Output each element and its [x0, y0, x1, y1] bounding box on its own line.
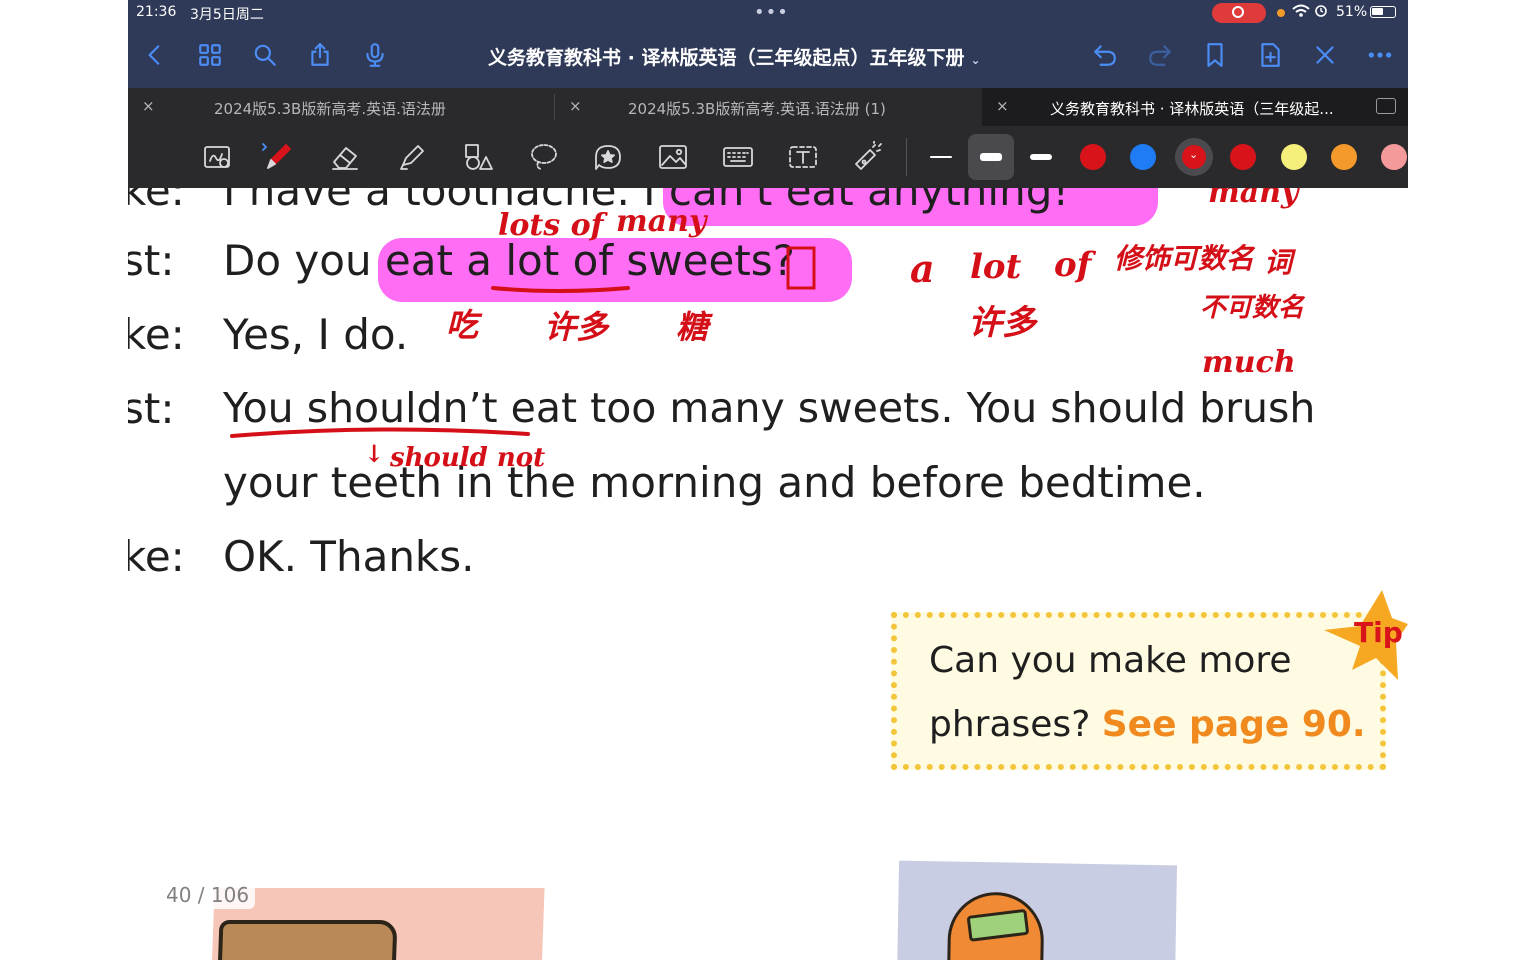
multitasking-dots-icon[interactable]: •••: [754, 2, 789, 23]
document-title[interactable]: 义务教育教科书 · 译林版英语（三年级起点）五年级下册 ⌄: [488, 43, 1048, 70]
handwriting-many-right: many: [1208, 188, 1301, 210]
book-drawing: [216, 920, 398, 960]
thin-stroke-option[interactable]: [930, 156, 952, 158]
handwriting-modify-countable: 修饰可数名: [1114, 242, 1256, 275]
textbook-page[interactable]: ke: I have a toothache. I can't eat anyt…: [128, 188, 1408, 960]
split-view-icon[interactable]: [1376, 98, 1396, 114]
tab-label: 义务教育教科书 · 译林版英语（三年级起...: [1050, 100, 1334, 118]
chevron-down-icon: ⌄: [1189, 148, 1199, 161]
handwriting-xuduo: 许多: [968, 303, 1039, 343]
color-swatch-pink[interactable]: [1381, 144, 1407, 170]
color-swatch-blue[interactable]: [1130, 144, 1156, 170]
tab-textbook-active[interactable]: × 义务教育教科书 · 译林版英语（三年级起...: [982, 88, 1408, 126]
underline-shouldnt: [230, 427, 530, 438]
tab-label: 2024版5.3B版新高考.英语.语法册 (1): [628, 100, 886, 118]
mic-in-use-indicator: [1277, 9, 1285, 17]
thick-stroke-option[interactable]: [1030, 154, 1052, 160]
redo-icon[interactable]: [1145, 40, 1175, 70]
color-swatch-red[interactable]: [1080, 144, 1106, 170]
page-indicator[interactable]: 40 / 106: [160, 881, 256, 909]
goodnotes-app: 21:36 3月5日周二 ••• 51% 义务教育教科书 · 译林版英语（三年级…: [128, 0, 1408, 960]
see-page-link[interactable]: See page 90.: [1102, 704, 1366, 745]
handwriting-noun: 词: [1264, 246, 1296, 279]
tab-grammar-book-copy[interactable]: × 2024版5.3B版新高考.英语.语法册 (1): [555, 88, 981, 126]
bookmark-icon[interactable]: [1200, 40, 1230, 70]
handwriting-lot: lot: [970, 247, 1022, 287]
search-icon[interactable]: [250, 40, 280, 70]
color-swatch-dark-red[interactable]: [1230, 144, 1256, 170]
back-icon[interactable]: [140, 40, 170, 70]
color-swatch-yellow[interactable]: [1281, 144, 1307, 170]
document-title-text: 义务教育教科书 · 译林版英语（三年级起点）五年级下册: [488, 47, 965, 69]
handwriting-layer: lots of many many a lot of 修饰可数名 词 许多 不可…: [230, 188, 1306, 473]
share-icon[interactable]: [305, 40, 335, 70]
medium-stroke-bar: [980, 153, 1002, 161]
more-icon[interactable]: [1365, 40, 1395, 70]
navigation-header: 21:36 3月5日周二 ••• 51% 义务教育教科书 · 译林版英语（三年级…: [128, 0, 1408, 88]
tab-grammar-book[interactable]: × 2024版5.3B版新高考.英语.语法册: [128, 88, 554, 126]
illustration-left: [211, 888, 545, 960]
record-icon: [1232, 6, 1244, 18]
status-time: 21:36: [136, 4, 177, 20]
keyboard-icon[interactable]: [720, 139, 756, 175]
image-icon[interactable]: [655, 139, 691, 175]
handwriting-arrow: ↓: [364, 439, 384, 468]
handwriting-lots-of: lots of: [498, 208, 609, 243]
tab-close-icon[interactable]: ×: [996, 97, 1009, 115]
wifi-icon: [1291, 3, 1331, 23]
handwriting-much: much: [1202, 345, 1296, 380]
document-tab-bar: × 2024版5.3B版新高考.英语.语法册 × 2024版5.3B版新高考.英…: [128, 88, 1408, 126]
battery-percentage: 51%: [1336, 4, 1368, 20]
handwriting-tang: 糖: [676, 308, 713, 346]
chevron-down-icon: ⌄: [970, 53, 981, 67]
thumbnails-grid-icon[interactable]: [195, 40, 225, 70]
laser-pointer-icon[interactable]: [850, 139, 886, 175]
toolbar-divider: [906, 138, 907, 176]
color-swatch-selected-red[interactable]: ⌄: [1175, 138, 1213, 176]
handwriting-xuduo-2: 许多: [544, 308, 610, 346]
handwriting-a: a: [910, 246, 935, 291]
shapes-icon[interactable]: [460, 139, 496, 175]
close-pen-icon[interactable]: [1310, 40, 1340, 70]
text-icon[interactable]: [785, 139, 821, 175]
microphone-icon[interactable]: [360, 40, 390, 70]
undo-icon[interactable]: [1090, 40, 1120, 70]
tip-star-badge: Tip: [1324, 590, 1408, 680]
tip-text-line1: Can you make more: [929, 640, 1292, 681]
tip-text-prefix: phrases?: [929, 704, 1102, 745]
pen-icon[interactable]: [260, 139, 296, 175]
tab-label: 2024版5.3B版新高考.英语.语法册: [214, 100, 446, 118]
tip-box: Can you make more phrases? See page 90.: [891, 612, 1386, 770]
status-date: 3月5日周二: [190, 7, 264, 23]
eraser-icon[interactable]: [327, 139, 363, 175]
underline-a-lot-of: [491, 286, 630, 293]
add-page-icon[interactable]: [1255, 40, 1285, 70]
screen-recording-indicator[interactable]: [1212, 3, 1266, 23]
circle-s: [786, 246, 816, 290]
battery-icon: [1370, 6, 1396, 18]
lasso-zoom-icon[interactable]: [200, 139, 236, 175]
color-swatch-orange[interactable]: [1331, 144, 1357, 170]
tab-close-icon[interactable]: ×: [569, 97, 582, 115]
highlighter-icon[interactable]: [394, 139, 430, 175]
handwriting-chi: 吃: [446, 306, 483, 344]
handwriting-uncountable: 不可数名: [1200, 293, 1306, 323]
handwriting-many: many: [616, 204, 709, 239]
tip-text-line2: phrases? See page 90.: [929, 704, 1366, 745]
annotation-toolbar: ⌄: [128, 126, 1408, 188]
sticker-icon[interactable]: [590, 139, 626, 175]
lasso-icon[interactable]: [526, 139, 562, 175]
tab-close-icon[interactable]: ×: [142, 97, 155, 115]
tip-badge-label: Tip: [1354, 616, 1403, 649]
illustration-boy: [896, 860, 1178, 960]
handwriting-of: of: [1054, 245, 1097, 285]
handwriting-should-not: should not: [389, 443, 545, 473]
